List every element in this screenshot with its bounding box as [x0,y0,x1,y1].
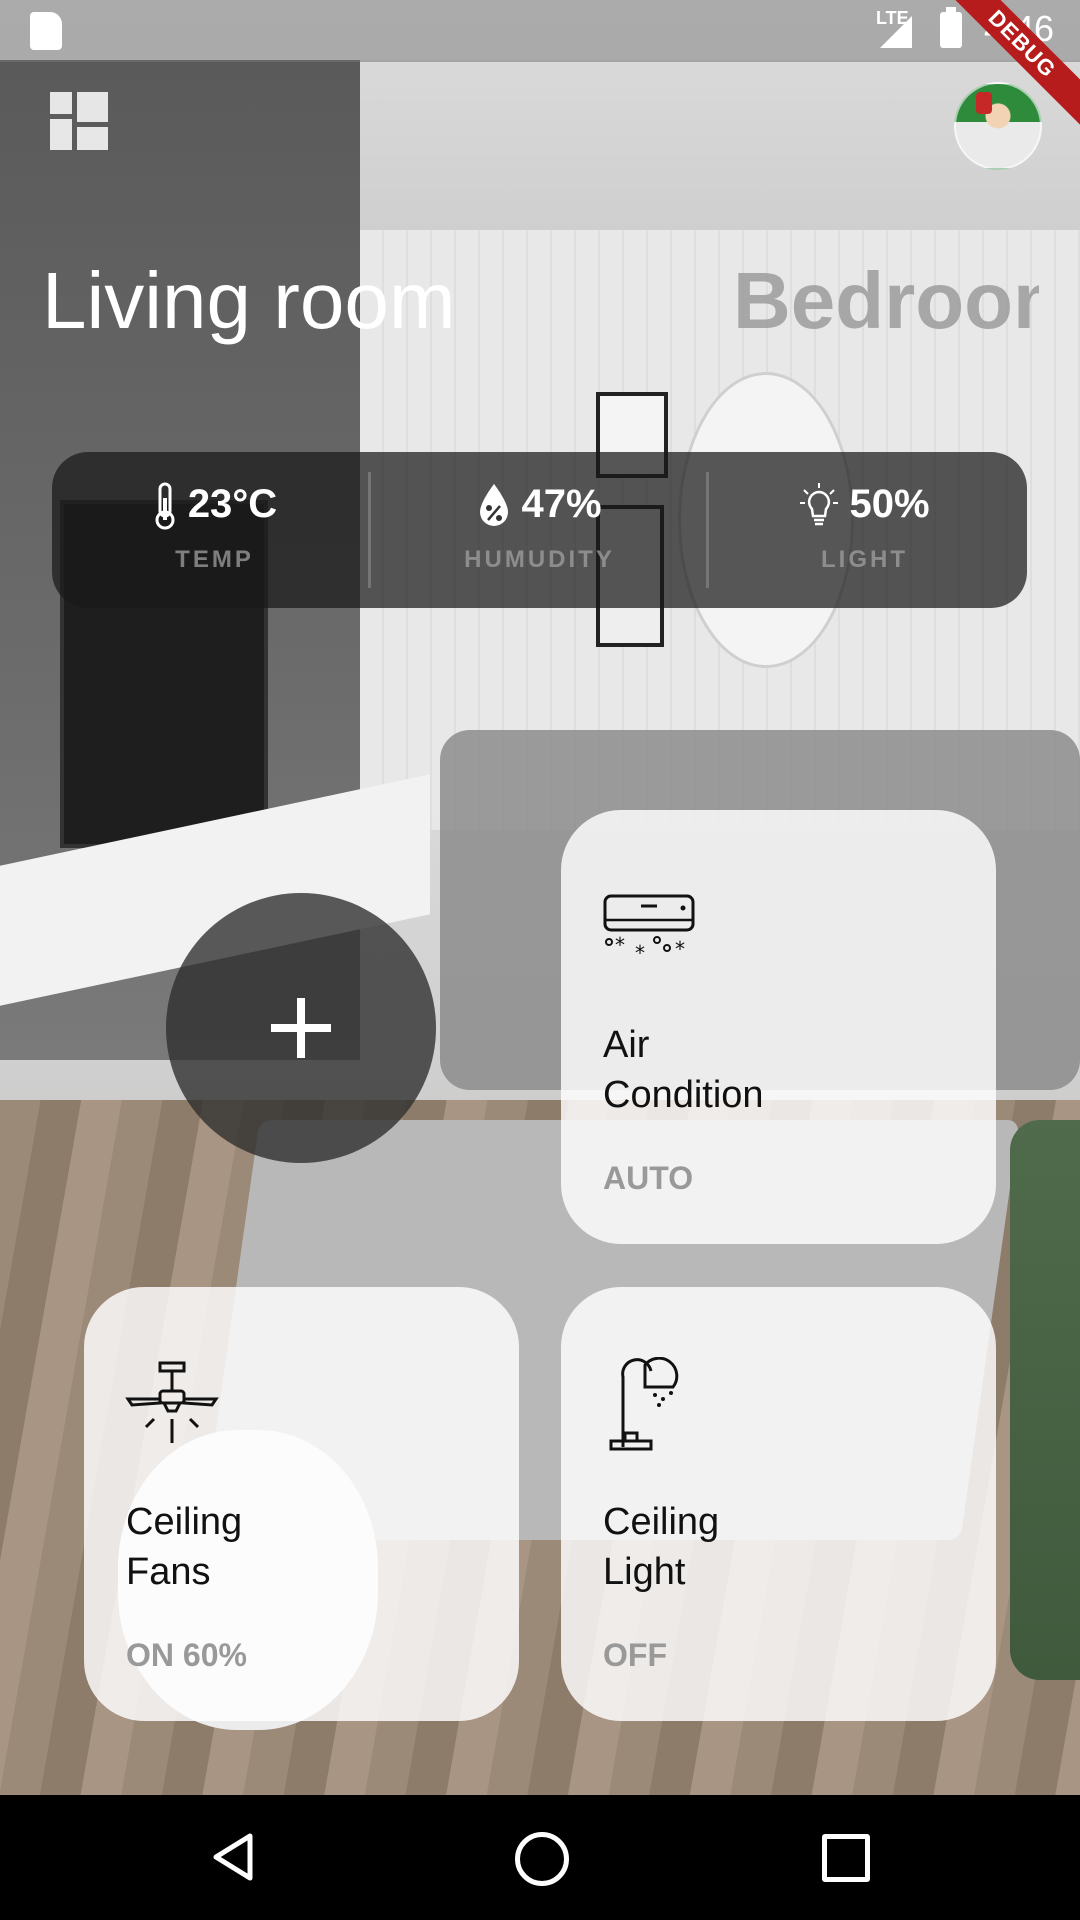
user-avatar[interactable] [954,82,1042,170]
add-device-button[interactable] [166,893,436,1163]
device-status: OFF [603,1637,667,1673]
device-card-ceiling-light[interactable]: Ceiling Light OFF [561,1287,996,1721]
room-title-current[interactable]: Living room [42,255,456,347]
lamp-icon [609,1357,679,1451]
device-name-line1: Air [603,1024,650,1066]
device-name: Air Condition [603,1020,764,1120]
humidity-drop-icon [480,484,509,527]
device-status: ON 60% [126,1637,247,1673]
navigation-bar [0,1795,1080,1920]
light-label: LIGHT [821,546,908,573]
device-name-line2: Light [603,1551,686,1593]
device-card-air-condition[interactable]: * * * Air Condition AUTO [561,810,996,1244]
battery-icon [940,7,962,48]
device-name-line2: Condition [603,1074,764,1116]
device-status: AUTO [603,1160,694,1196]
svg-text:*: * [675,937,685,961]
svg-text:*: * [635,941,645,965]
lightbulb-icon [800,483,839,526]
home-icon[interactable] [515,1832,569,1886]
recent-apps-icon[interactable] [822,1834,870,1882]
ceiling-fan-icon [125,1361,219,1443]
back-icon[interactable] [210,1832,256,1882]
device-name-line1: Ceiling [603,1501,720,1543]
device-card-ceiling-fans[interactable]: Ceiling Fans ON 60% [84,1287,519,1721]
svg-text:*: * [615,933,625,957]
stat-light: 50% LIGHT [702,452,1027,608]
stats-panel: 23°C TEMP 47% HUMUDITY 50% LIGHT [52,452,1027,608]
stat-humidity: 47% HUMUDITY [377,452,702,608]
thermometer-icon [155,482,175,530]
device-name-line1: Ceiling [126,1501,243,1543]
light-value: 50% [849,482,930,526]
humidity-value: 47% [521,482,602,526]
stat-temp: 23°C TEMP [52,452,377,608]
temp-value: 23°C [187,482,278,526]
stat-divider [368,472,371,588]
room-title-next[interactable]: Bedroom [733,255,1039,347]
sd-card-icon [30,12,62,50]
device-name: Ceiling Light [603,1497,719,1597]
air-conditioner-icon: * * * [603,894,695,965]
status-bar: LTE 4:46 [0,0,1080,62]
bg-plant [1010,1120,1080,1680]
temp-label: TEMP [175,546,254,573]
signal-icon [880,16,912,48]
device-name-line2: Fans [126,1551,211,1593]
dashboard-icon[interactable] [50,92,108,150]
humidity-label: HUMUDITY [464,546,615,573]
device-name: Ceiling Fans [126,1497,242,1597]
